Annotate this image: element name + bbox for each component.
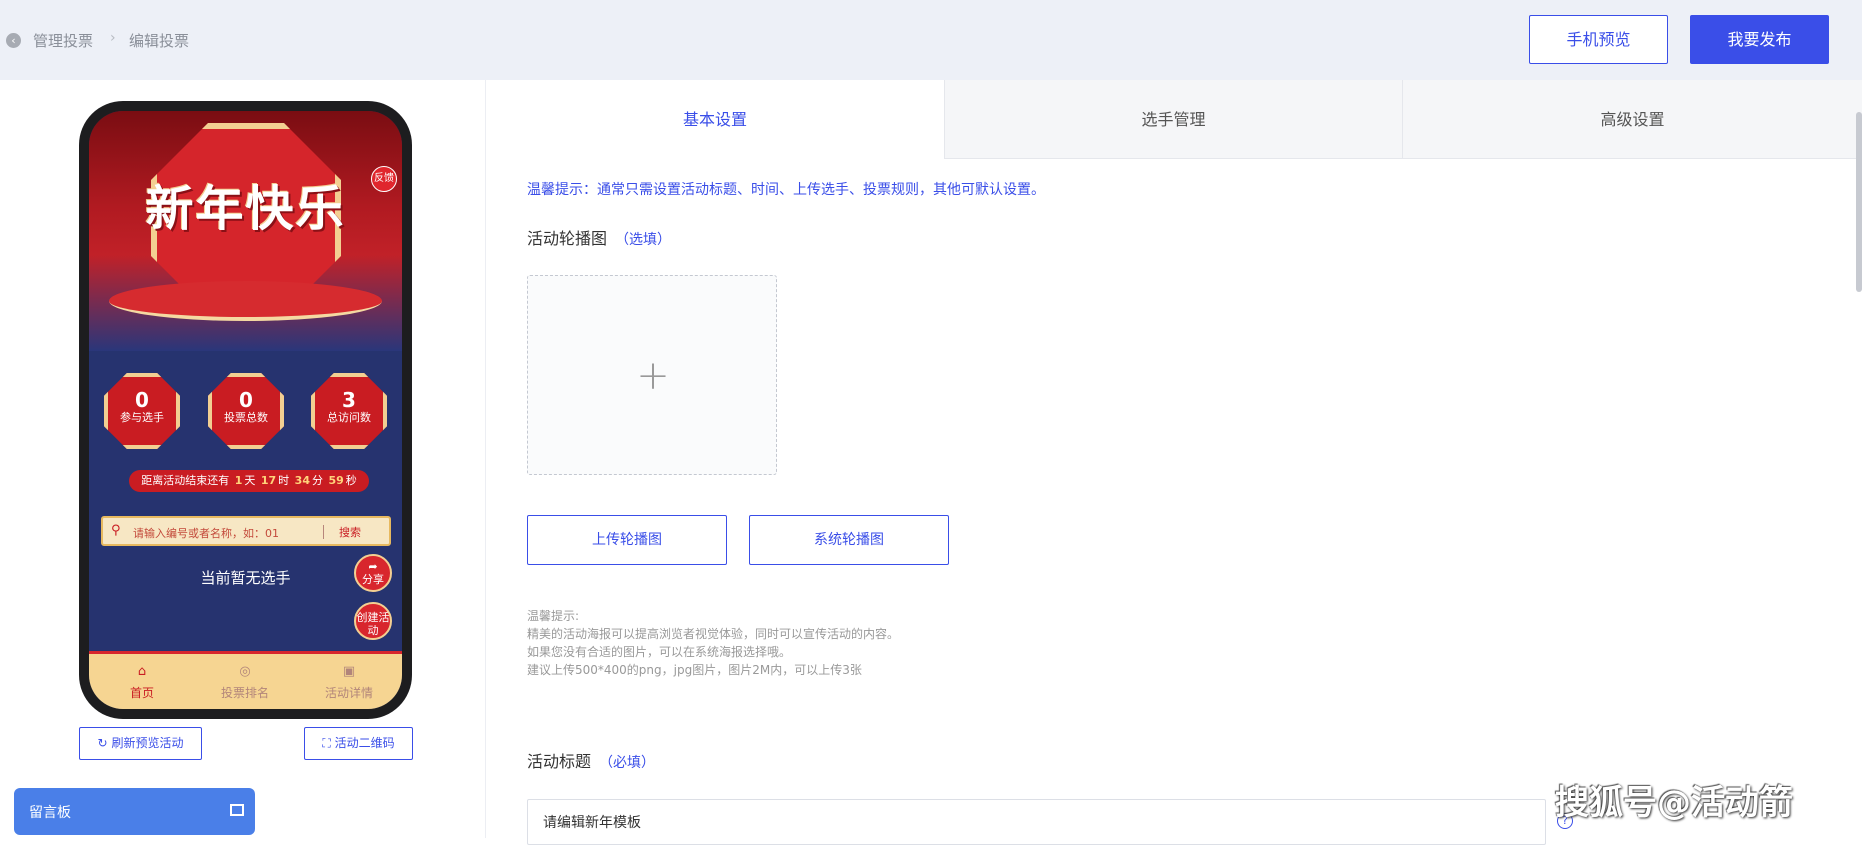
refresh-label: 刷新预览活动 [111, 736, 184, 750]
title-section-label: 活动标题 （必填） [527, 748, 655, 772]
tab-ranking[interactable]: 投票排名 [195, 684, 295, 701]
help-line: 如果您没有合适的图片，可以在系统海报选择哦。 [527, 645, 792, 659]
message-board[interactable]: 留言板 [14, 788, 255, 835]
stat-label: 总访问数 [327, 411, 371, 424]
settings-tabs: 基本设置 选手管理 高级设置 [486, 80, 1862, 159]
details-icon: ▣ [342, 664, 356, 679]
phone-screen: 新年快乐 反馈 0 参与选手 0 投票总数 3 总访问数 距离活动结束还有 1天… [89, 111, 402, 709]
home-icon: ⌂ [137, 664, 147, 679]
carousel-upload-area[interactable]: + [527, 275, 777, 475]
stat-value: 0 [135, 388, 149, 412]
stat-label: 投票总数 [224, 411, 268, 424]
breadcrumb-manage-vote[interactable]: 管理投票 [33, 30, 93, 51]
stat-value: 0 [239, 388, 253, 412]
top-bar: ‹ 管理投票 › 编辑投票 手机预览 我要发布 [0, 0, 1862, 80]
qr-label: 活动二维码 [334, 736, 395, 750]
banner-image: 新年快乐 [89, 111, 402, 351]
required-note: （必填） [599, 755, 656, 771]
countdown-prefix: 距离活动结束还有 [141, 474, 230, 487]
search-placeholder: 请输入编号或者名称，如：01 [133, 527, 279, 540]
message-board-label: 留言板 [29, 805, 71, 821]
plus-icon: + [636, 353, 670, 399]
phone-search-bar[interactable]: ⚲ 请输入编号或者名称，如：01 搜索 [101, 516, 391, 546]
carousel-section-label: 活动轮播图 （选填） [527, 225, 671, 249]
feedback-button[interactable]: 反馈 [371, 166, 397, 192]
help-line: 温馨提示: [527, 609, 580, 623]
activity-title-input[interactable]: 请编辑新年模板 [527, 799, 1546, 845]
search-icon: ⚲ [111, 523, 121, 538]
tab-details[interactable]: 活动详情 [299, 684, 399, 701]
countdown-hours: 17 [260, 474, 277, 487]
stat-participants: 0 参与选手 [104, 373, 180, 449]
phone-preview: 新年快乐 反馈 0 参与选手 0 投票总数 3 总访问数 距离活动结束还有 1天… [79, 101, 412, 719]
carousel-label: 活动轮播图 [527, 229, 608, 248]
search-button[interactable]: 搜索 [339, 524, 361, 540]
countdown-minutes: 34 [294, 474, 310, 487]
countdown-timer: 距离活动结束还有 1天 17 时 34 分 59 秒 [129, 470, 369, 492]
qr-icon: ⛶ [322, 736, 331, 750]
search-divider [323, 525, 324, 539]
system-carousel-button[interactable]: 系统轮播图 [749, 515, 949, 565]
refresh-icon: ↻ [97, 736, 108, 750]
banner-title: 新年快乐 [145, 181, 346, 237]
phone-tabbar: ⌂ ◎ ▣ 首页 投票排名 活动详情 [89, 651, 402, 709]
refresh-preview-button[interactable]: ↻ 刷新预览活动 [79, 727, 202, 760]
countdown-hour-unit: 时 [278, 474, 290, 487]
tab-home[interactable]: 首页 [92, 684, 192, 701]
qr-code-button[interactable]: ⛶ 活动二维码 [304, 727, 413, 760]
optional-note: （选填） [615, 232, 672, 248]
empty-state-text: 当前暂无选手 [200, 569, 291, 587]
watermark-text: 搜狐号@活动箭 [1555, 783, 1793, 823]
mobile-preview-button[interactable]: 手机预览 [1529, 15, 1668, 64]
countdown-day-unit: 天 [244, 474, 256, 487]
chevron-right-icon: › [110, 30, 116, 46]
help-line: 精美的活动海报可以提高浏览者视觉体验，同时可以宣传活动的内容。 [527, 627, 900, 641]
back-icon[interactable]: ‹ [6, 33, 21, 48]
breadcrumb-edit-vote: 编辑投票 [129, 32, 190, 50]
carousel-help-text: 温馨提示: 精美的活动海报可以提高浏览者视觉体验，同时可以宣传活动的内容。 如果… [527, 607, 899, 679]
tab-basic-settings[interactable]: 基本设置 [486, 80, 944, 159]
countdown-seconds: 59 [328, 474, 344, 487]
scrollbar[interactable] [1856, 112, 1862, 292]
help-line: 建议上传500*400的png，jpg图片，图片2M内，可以上传3张 [527, 663, 862, 677]
stat-value: 3 [342, 388, 356, 412]
activity-title-label: 活动标题 [527, 752, 592, 771]
countdown-days: 1 [234, 474, 243, 487]
tab-player-management[interactable]: 选手管理 [944, 80, 1402, 159]
ranking-icon: ◎ [239, 664, 251, 679]
stat-votes: 0 投票总数 [208, 373, 284, 449]
stat-label: 参与选手 [120, 411, 164, 424]
maximize-icon[interactable] [230, 804, 244, 816]
countdown-second-unit: 秒 [345, 474, 357, 487]
create-activity-button[interactable]: 创建活动 [354, 602, 392, 640]
countdown-minute-unit: 分 [311, 474, 323, 487]
stat-visits: 3 总访问数 [311, 373, 387, 449]
publish-button[interactable]: 我要发布 [1690, 15, 1829, 64]
tab-advanced-settings[interactable]: 高级设置 [1402, 80, 1862, 159]
upload-carousel-button[interactable]: 上传轮播图 [527, 515, 727, 565]
banner-stage [109, 281, 382, 321]
settings-tip: 温馨提示：通常只需设置活动标题、时间、上传选手、投票规则，其他可默认设置。 [527, 182, 1045, 198]
